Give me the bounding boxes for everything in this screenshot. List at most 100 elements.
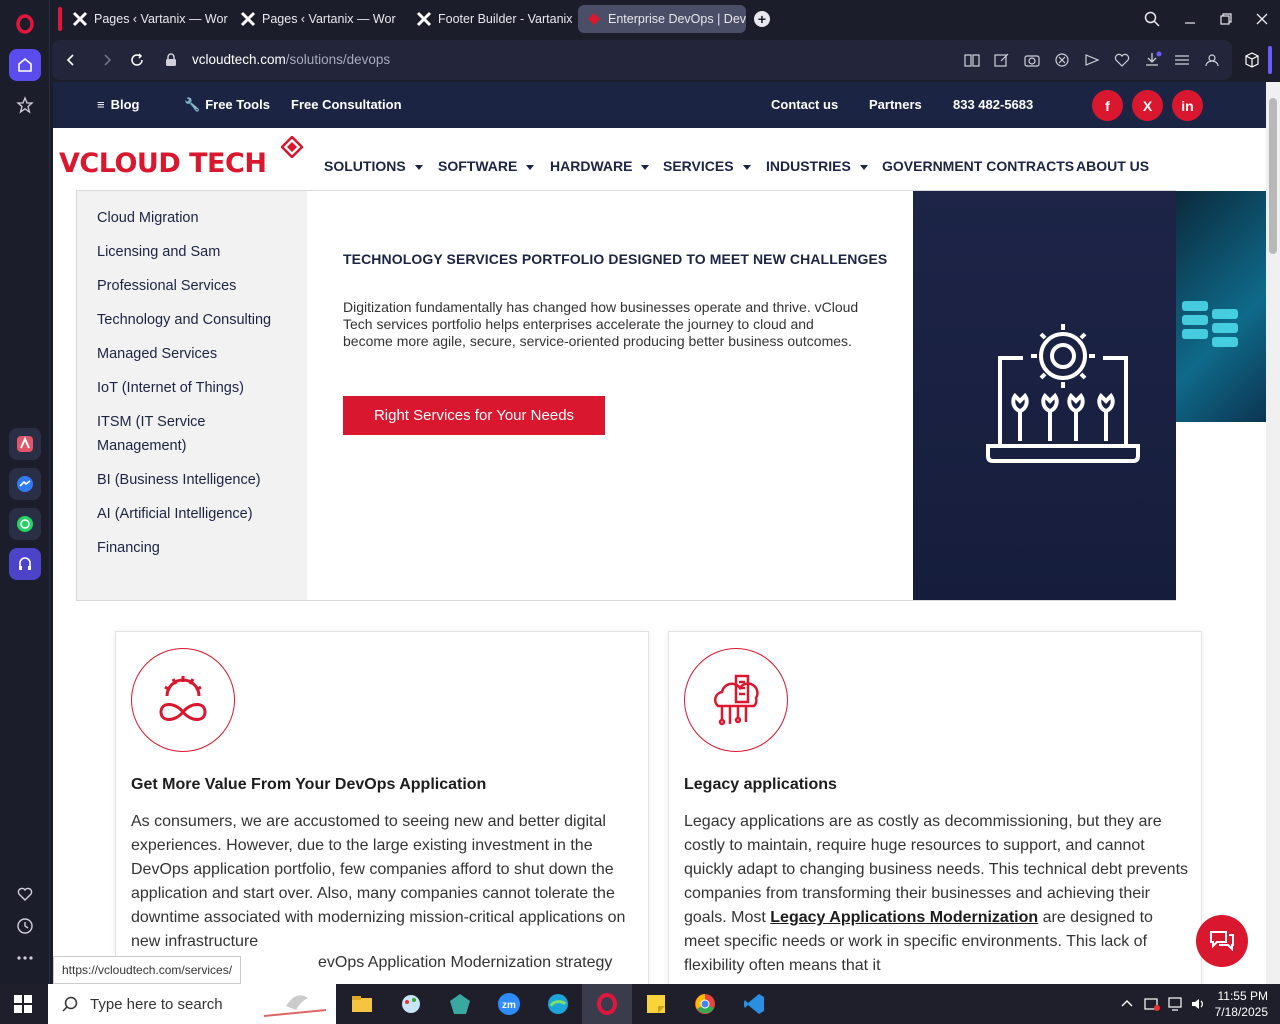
whatsapp-icon[interactable]	[9, 508, 41, 540]
nav-industries[interactable]: INDUSTRIES	[766, 158, 868, 174]
menu-item-cloud-migration[interactable]: Cloud Migration	[97, 206, 199, 230]
taskbar-search[interactable]: Type here to search	[48, 984, 336, 1024]
nav-about-us[interactable]: ABOUT US	[1076, 158, 1149, 174]
vartanix-icon	[240, 11, 256, 27]
partners-link[interactable]: Partners	[869, 97, 922, 112]
chat-button[interactable]	[1196, 915, 1248, 967]
card-body-tail: evOps Application Modernization strategy	[318, 954, 613, 971]
facebook-icon[interactable]: f	[1092, 90, 1123, 121]
taskbar-clock[interactable]: 11:55 PM 7/18/2025	[1215, 988, 1268, 1020]
devops-icon-circle	[131, 648, 235, 752]
edit-icon[interactable]	[994, 53, 1010, 67]
menu-item-managed-services[interactable]: Managed Services	[97, 342, 217, 366]
opera-logo-icon[interactable]	[9, 8, 41, 40]
contact-us-link[interactable]: Contact us	[771, 97, 838, 112]
tab-pages-2[interactable]: Pages ‹ Vartanix — WordP	[232, 5, 396, 33]
linkedin-icon[interactable]: in	[1172, 90, 1203, 121]
star-icon[interactable]	[9, 89, 41, 121]
send-icon[interactable]	[1084, 53, 1100, 67]
more-icon[interactable]	[9, 942, 41, 974]
url-field[interactable]: vcloudtech.com/solutions/devops	[192, 52, 390, 67]
back-icon[interactable]	[64, 53, 78, 67]
free-consultation-link[interactable]: Free Consultation	[291, 97, 402, 112]
tray-chevron-up-icon[interactable]	[1120, 996, 1134, 1010]
volume-icon[interactable]	[1190, 996, 1206, 1012]
status-url-tooltip: https://vcloudtech.com/services/	[53, 956, 242, 984]
blog-label: Blog	[110, 97, 140, 112]
menu-item-iot[interactable]: IoT (Internet of Things)	[97, 376, 244, 400]
lock-icon[interactable]	[165, 53, 177, 67]
edge-icon[interactable]	[544, 990, 572, 1018]
music-player-icon[interactable]	[9, 548, 41, 580]
search-highlight-bird-icon	[263, 995, 327, 1017]
devops-value-card: Get More Value From Your DevOps Applicat…	[115, 631, 649, 984]
restore-icon[interactable]	[1218, 11, 1234, 27]
app-icon[interactable]	[446, 990, 474, 1018]
menu-item-professional-services[interactable]: Professional Services	[97, 274, 236, 298]
close-icon[interactable]	[1254, 11, 1270, 27]
home-icon[interactable]	[9, 49, 41, 81]
easy-setup-icon[interactable]	[1174, 53, 1190, 67]
sticky-notes-icon[interactable]	[642, 990, 670, 1018]
tab-bar: Pages ‹ Vartanix — WordP Pages ‹ Vartani…	[50, 0, 1280, 38]
adblock-icon[interactable]	[1054, 53, 1070, 67]
card-title: Get More Value From Your DevOps Applicat…	[131, 776, 487, 793]
nav-label: HARDWARE	[550, 158, 633, 174]
file-explorer-icon[interactable]	[348, 990, 376, 1018]
reload-icon[interactable]	[130, 53, 144, 67]
new-tab-icon[interactable]: +	[754, 11, 770, 27]
scrollbar-thumb[interactable]	[1269, 98, 1277, 254]
nav-solutions[interactable]: SOLUTIONS	[324, 158, 423, 174]
menu-item-itsm-line2[interactable]: Management)	[97, 434, 186, 458]
heart-icon[interactable]	[9, 878, 41, 910]
history-icon[interactable]	[9, 910, 41, 942]
extensions-icon[interactable]	[1244, 52, 1260, 68]
menu-item-itsm[interactable]: ITSM (IT Service	[97, 410, 206, 434]
menu-item-licensing[interactable]: Licensing and Sam	[97, 240, 220, 264]
svg-text:zm: zm	[502, 1000, 516, 1011]
aria-icon[interactable]	[9, 428, 41, 460]
nav-label: SERVICES	[663, 158, 734, 174]
windows-start-icon[interactable]	[14, 995, 32, 1013]
zoom-icon[interactable]: zm	[495, 990, 523, 1018]
vscode-icon[interactable]	[740, 990, 768, 1018]
heart-outline-icon[interactable]	[1114, 53, 1130, 67]
profile-icon[interactable]	[1204, 53, 1220, 67]
download-icon[interactable]	[1144, 51, 1162, 67]
menu-title: TECHNOLOGY SERVICES PORTFOLIO DESIGNED T…	[343, 251, 888, 267]
free-tools-link[interactable]: 🔧 Free Tools	[184, 97, 270, 113]
paint-icon[interactable]	[397, 990, 425, 1018]
logo[interactable]: VCLOUD TECH	[59, 148, 267, 179]
network-icon[interactable]	[1168, 996, 1184, 1012]
logo-text: VCLOUD TECH	[59, 148, 267, 179]
menu-item-financing[interactable]: Financing	[97, 536, 160, 560]
menu-item-bi[interactable]: BI (Business Intelligence)	[97, 468, 261, 492]
tab-label: Pages ‹ Vartanix — WordP	[94, 12, 228, 26]
nav-software[interactable]: SOFTWARE	[438, 158, 535, 174]
nav-government-contracts[interactable]: GOVERNMENT CONTRACTS	[882, 158, 1074, 174]
tab-enterprise-devops[interactable]: Enterprise DevOps | DevO	[578, 5, 746, 33]
messenger-icon[interactable]	[9, 468, 41, 500]
tab-footer-builder[interactable]: Footer Builder - Vartanix	[408, 5, 572, 33]
chrome-icon[interactable]	[691, 990, 719, 1018]
menu-item-ai[interactable]: AI (Artificial Intelligence)	[97, 502, 253, 526]
phone-link[interactable]: 833 482-5683	[953, 97, 1033, 112]
tray-app-icon[interactable]	[1144, 996, 1160, 1012]
caret-down-icon	[742, 164, 751, 170]
opera-taskbar-active[interactable]	[582, 984, 632, 1024]
page-scrollbar[interactable]	[1266, 82, 1280, 984]
minimize-icon[interactable]	[1182, 11, 1198, 27]
search-tabs-icon[interactable]	[1144, 11, 1160, 27]
right-services-button[interactable]: Right Services for Your Needs	[343, 396, 605, 435]
tab-pages-1[interactable]: Pages ‹ Vartanix — WordP	[64, 5, 228, 33]
menu-item-technology-consulting[interactable]: Technology and Consulting	[97, 308, 271, 332]
nav-hardware[interactable]: HARDWARE	[550, 158, 650, 174]
blog-link[interactable]: ≡ Blog	[97, 97, 139, 112]
x-twitter-icon[interactable]: X	[1132, 90, 1163, 121]
clock-date: 7/18/2025	[1214, 1005, 1268, 1019]
camera-icon[interactable]	[1024, 53, 1040, 67]
nav-services[interactable]: SERVICES	[663, 158, 751, 174]
forward-icon[interactable]	[100, 53, 114, 67]
reader-icon[interactable]	[964, 53, 980, 67]
legacy-modernization-link[interactable]: Legacy Applications Modernization	[770, 909, 1038, 926]
